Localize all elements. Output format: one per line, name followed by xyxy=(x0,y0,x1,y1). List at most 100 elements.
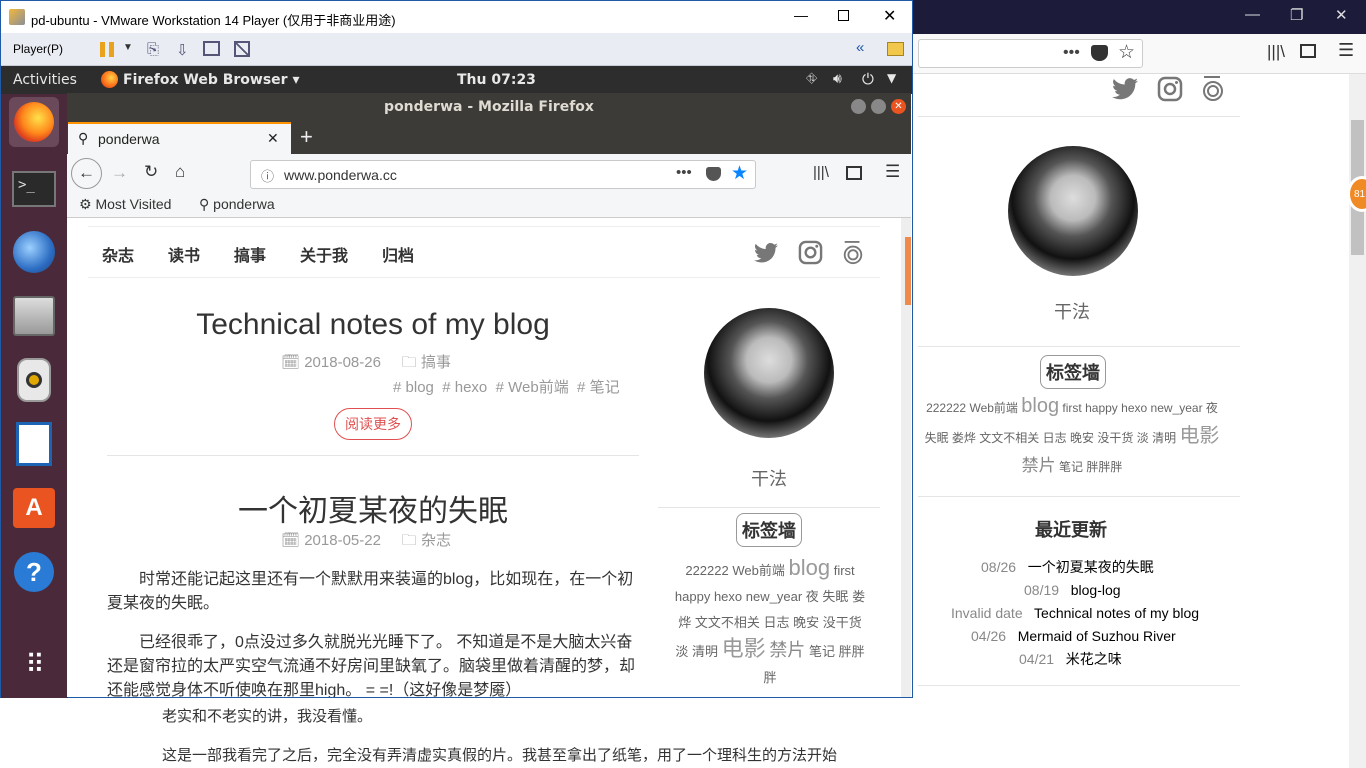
tag-link[interactable]: 晚安 xyxy=(1070,431,1094,445)
nav-link-magazine[interactable]: 杂志 xyxy=(102,242,134,266)
bookmark-most-visited[interactable]: ⚙ Most Visited xyxy=(79,196,171,213)
post-title[interactable]: 一个初夏某夜的失眠 xyxy=(107,486,639,530)
sidebar-toggle-icon[interactable] xyxy=(846,166,862,180)
tag-link[interactable]: 日志 xyxy=(763,615,789,630)
host-pocket-icon[interactable] xyxy=(1091,45,1108,61)
tag-link[interactable]: happy xyxy=(1085,401,1118,415)
tag-link[interactable]: 电影 xyxy=(1179,425,1219,447)
removable-devices-icon[interactable]: ⇩ xyxy=(176,41,189,59)
tag-link[interactable]: new_year xyxy=(1151,401,1203,415)
nav-link-hacking[interactable]: 搞事 xyxy=(234,242,266,266)
software-center-icon[interactable]: A xyxy=(9,483,59,533)
tag-link[interactable]: 淡 xyxy=(1137,431,1149,445)
host-menu-icon[interactable]: ☰ xyxy=(1338,40,1354,61)
forward-icon[interactable]: → xyxy=(111,163,128,183)
thunderbird-icon[interactable] xyxy=(9,227,59,277)
nav-link-reading[interactable]: 读书 xyxy=(168,242,200,266)
tag-link[interactable]: first xyxy=(1062,401,1081,415)
url-bar[interactable]: ⓘ www.ponderwa.cc ••• ★ xyxy=(250,160,756,189)
send-ctrl-alt-del-icon[interactable]: ⎘ xyxy=(147,41,159,58)
500px-icon[interactable] xyxy=(841,238,865,268)
ff-minimize-icon[interactable] xyxy=(851,99,866,114)
unity-icon[interactable] xyxy=(234,41,250,57)
rhythmbox-icon[interactable] xyxy=(9,355,59,405)
vm-maximize-icon[interactable] xyxy=(838,10,849,21)
collapse-toolbar-icon[interactable]: « xyxy=(856,39,864,56)
nav-link-archive[interactable]: 归档 xyxy=(382,242,414,266)
tag-link[interactable]: hexo xyxy=(714,589,742,604)
library-folder-icon[interactable] xyxy=(887,42,904,56)
host-url-bar[interactable]: ••• ☆ xyxy=(918,39,1143,68)
category-link[interactable]: 杂志 xyxy=(421,532,451,549)
tag-link[interactable]: 娄烨 xyxy=(952,431,976,445)
fullscreen-icon[interactable] xyxy=(203,41,220,56)
host-restore-icon[interactable]: ❐ xyxy=(1290,6,1303,24)
ff-maximize-icon[interactable] xyxy=(871,99,886,114)
tag-link[interactable]: happy xyxy=(675,589,710,604)
tag-link[interactable]: 222222 xyxy=(926,401,966,415)
clock[interactable]: Thu 07:23 xyxy=(457,72,536,88)
writer-icon[interactable] xyxy=(9,419,59,469)
tag-link[interactable]: 清明 xyxy=(1152,431,1176,445)
tag-link[interactable]: 电影 xyxy=(722,636,766,661)
back-icon[interactable]: ← xyxy=(71,158,102,189)
tag-link[interactable]: blog xyxy=(788,555,830,580)
recent-item[interactable]: 08/26 一个初夏某夜的失眠 xyxy=(918,556,1218,579)
player-menu[interactable]: Player(P) xyxy=(13,42,63,56)
ff-close-icon[interactable]: ✕ xyxy=(891,99,906,114)
host-bookmark-star-icon[interactable]: ☆ xyxy=(1118,41,1135,64)
tag-link[interactable]: 禁片 xyxy=(1022,456,1056,475)
tag-link[interactable]: 没干货 xyxy=(1097,431,1133,445)
bookmark-star-icon[interactable]: ★ xyxy=(731,162,748,185)
network-icon[interactable]: ⛗ xyxy=(806,71,817,87)
read-more-button[interactable]: 阅读更多 xyxy=(334,408,412,440)
activities-button[interactable]: Activities xyxy=(13,72,77,88)
twitter-icon[interactable] xyxy=(754,243,778,263)
tag-link[interactable]: 222222 xyxy=(685,563,728,578)
new-tab-icon[interactable]: + xyxy=(300,124,313,150)
host-twitter-icon[interactable] xyxy=(1112,78,1138,100)
tag-link[interactable]: 文文不相关 xyxy=(695,615,760,630)
tag-link[interactable]: Web前端 xyxy=(969,401,1017,415)
firefox-icon[interactable] xyxy=(9,97,59,147)
library-icon[interactable]: |||\ xyxy=(813,164,829,181)
vm-close-icon[interactable]: ✕ xyxy=(883,6,896,26)
tag-link[interactable]: 胖胖胖 xyxy=(1086,460,1122,474)
tag-link[interactable]: 笔记 xyxy=(1059,460,1083,474)
volume-icon[interactable]: 🔊︎ xyxy=(833,71,842,87)
pause-icon[interactable] xyxy=(100,42,114,57)
tag-link[interactable]: 夜 xyxy=(1206,401,1218,415)
tag-link[interactable]: 没干货 xyxy=(823,615,862,630)
open-menu-icon[interactable]: ☰ xyxy=(885,162,900,182)
recent-item[interactable]: 04/26 Mermaid of Suzhou River xyxy=(918,625,1218,648)
tag-link[interactable]: new_year xyxy=(746,589,802,604)
tag-link[interactable]: # blog xyxy=(393,379,434,396)
bookmark-ponderwa[interactable]: ⚲ ponderwa xyxy=(199,196,275,213)
tag-link[interactable]: blog xyxy=(1021,395,1059,417)
tab-close-icon[interactable]: ✕ xyxy=(267,130,279,147)
category-link[interactable]: 搞事 xyxy=(421,354,451,371)
vm-minimize-icon[interactable]: — xyxy=(794,7,808,23)
host-500px-icon[interactable] xyxy=(1200,74,1226,104)
show-applications-icon[interactable]: ⠿ xyxy=(9,639,59,689)
power-icon[interactable]: ⏻ xyxy=(862,70,874,88)
tag-link[interactable]: 文文不相关 xyxy=(979,431,1039,445)
pocket-icon[interactable] xyxy=(706,167,721,181)
tab-ponderwa[interactable]: ⚲ ponderwa ✕ xyxy=(68,122,291,155)
tag-link[interactable]: 淡 xyxy=(675,644,688,659)
post-title[interactable]: Technical notes of my blog xyxy=(107,308,639,342)
host-sidebar-icon[interactable] xyxy=(1300,44,1316,58)
nav-link-about[interactable]: 关于我 xyxy=(300,242,348,266)
app-menu[interactable]: Firefox Web Browser ▾ xyxy=(123,72,299,88)
tag-link[interactable]: 夜 xyxy=(806,589,819,604)
info-icon[interactable]: ⓘ xyxy=(261,166,274,185)
tag-link[interactable]: 失眠 xyxy=(925,431,949,445)
tag-link[interactable]: # hexo xyxy=(442,379,487,396)
tag-link[interactable]: first xyxy=(834,563,855,578)
recent-item[interactable]: 04/21 米花之味 xyxy=(918,648,1218,671)
host-minimize-icon[interactable]: — xyxy=(1245,6,1260,23)
host-page-actions-icon[interactable]: ••• xyxy=(1063,44,1080,62)
url-text[interactable]: www.ponderwa.cc xyxy=(284,167,397,183)
tag-link[interactable]: # 笔记 xyxy=(577,379,620,396)
files-icon[interactable] xyxy=(9,291,59,341)
